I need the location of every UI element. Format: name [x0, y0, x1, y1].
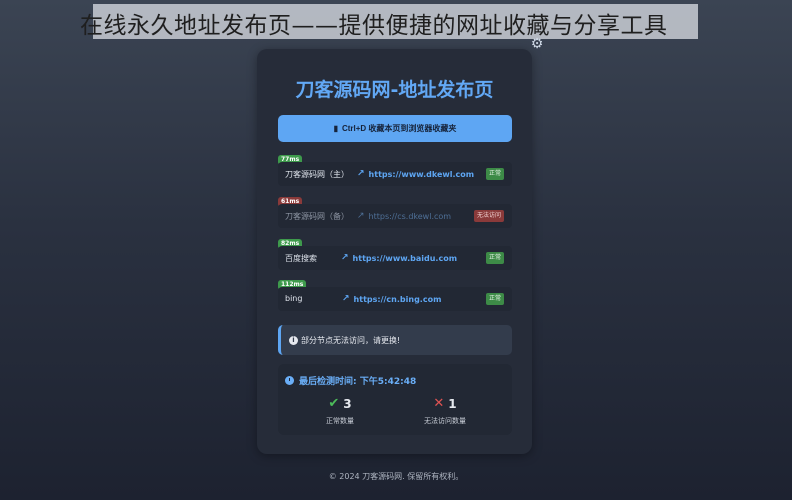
external-link-icon: ↗	[357, 169, 365, 179]
site-name: 刀客源码网（主）	[285, 170, 349, 179]
gear-icon[interactable]: ⚙	[529, 36, 545, 52]
status-badge: 正常	[485, 293, 504, 305]
site-row-dkewl-backup: 刀客源码网（备） ↗ https://cs.dkewl.com 无法访问	[278, 204, 512, 228]
site-row-bing: bing ↗ https://cn.bing.com 正常	[278, 287, 512, 311]
check-icon: ✔	[328, 396, 340, 411]
site-row-baidu: 百度搜索 ↗ https://www.baidu.com 正常	[278, 246, 512, 270]
notice-box: i 部分节点无法访问，请更换!	[278, 325, 512, 355]
site-link[interactable]: ↗ https://cs.dkewl.com	[357, 211, 451, 221]
bad-label: 无法访问数量	[424, 417, 466, 425]
status-badge: 正常	[485, 168, 504, 180]
bad-count: 1	[448, 396, 457, 411]
notice-text: 部分节点无法访问，请更换!	[301, 335, 401, 345]
ok-count: 3	[343, 396, 352, 411]
external-link-icon: ↗	[341, 253, 349, 263]
site-link[interactable]: ↗ https://www.baidu.com	[341, 253, 457, 263]
ok-label: 正常数量	[326, 417, 354, 425]
check-panel: 最后检测时间: 下午5:42:48 ✔ 3 正常数量 ✕ 1 无法访问数量	[278, 364, 512, 435]
bookmark-button-label: Ctrl+D 收藏本页到浏览器收藏夹	[341, 124, 457, 133]
clock-icon	[285, 376, 294, 385]
site-url: https://cs.dkewl.com	[368, 211, 452, 221]
overlay-title: 在线永久地址发布页——提供便捷的网址收藏与分享工具	[80, 13, 668, 39]
cross-icon: ✕	[433, 396, 445, 411]
ok-stat: ✔ 3 正常数量	[295, 396, 385, 426]
footer: © 2024 刀客源码网. 保留所有权利。	[328, 472, 464, 481]
site-name: 百度搜索	[285, 254, 317, 263]
site-link[interactable]: ↗ https://cn.bing.com	[342, 294, 441, 304]
site-url: https://www.dkewl.com	[368, 169, 475, 179]
site-url: https://cn.bing.com	[353, 294, 442, 304]
external-link-icon: ↗	[357, 211, 365, 221]
site-url: https://www.baidu.com	[352, 253, 458, 263]
info-icon: i	[289, 335, 298, 345]
last-check-time: 最后检测时间: 下午5:42:48	[285, 374, 416, 387]
site-link[interactable]: ↗ https://www.dkewl.com	[357, 169, 474, 179]
site-name: bing	[285, 294, 303, 303]
last-check-label: 最后检测时间: 下午5:42:48	[299, 377, 417, 387]
status-badge: 正常	[485, 252, 504, 264]
site-name: 刀客源码网（备）	[285, 212, 349, 221]
bookmark-icon: ▮	[333, 124, 338, 133]
external-link-icon: ↗	[342, 294, 350, 304]
bad-stat: ✕ 1 无法访问数量	[400, 396, 490, 426]
card-title: 刀客源码网-地址发布页	[295, 79, 494, 101]
status-badge: 无法访问	[473, 210, 504, 222]
site-row-dkewl-main: 刀客源码网（主） ↗ https://www.dkewl.com 正常	[278, 162, 512, 186]
bookmark-button[interactable]: ▮ Ctrl+D 收藏本页到浏览器收藏夹	[278, 115, 512, 142]
